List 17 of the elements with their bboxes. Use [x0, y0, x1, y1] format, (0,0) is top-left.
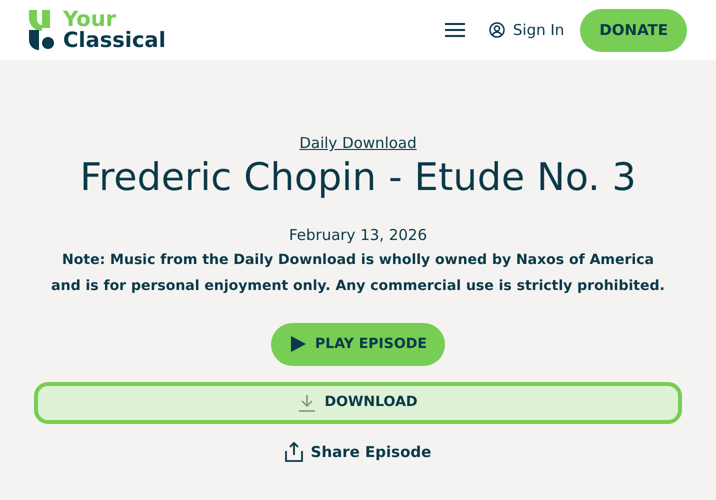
logo-text: Your — [63, 9, 118, 29]
episode-date: February 13, 2026 — [288, 225, 428, 246]
menu-icon[interactable] — [444, 22, 465, 38]
share-episode-button[interactable]: Share Episode — [278, 440, 438, 464]
sign-in-link[interactable]: Sign In — [512, 18, 564, 42]
play-icon — [289, 335, 308, 354]
download-icon — [298, 394, 316, 412]
logo-icon — [29, 10, 55, 50]
category-link[interactable]: Daily Download — [299, 108, 417, 154]
share-icon — [284, 442, 303, 462]
user-icon — [488, 22, 505, 38]
play-episode-button[interactable]: PLAY EPISODE — [271, 322, 445, 366]
episode-title: Frederic Chopin - Etude No. 3 — [80, 154, 636, 200]
logo-text: Classical — [63, 29, 166, 51]
usage-note: Note: Music from the Daily Download is wholly owned by Naxos of America and is for personal enjoyment only. Any commercial use is strictly prohibited. — [50, 250, 666, 296]
donate-button[interactable]: DONATE — [580, 8, 687, 52]
download-button[interactable]: DOWNLOAD — [34, 382, 682, 424]
